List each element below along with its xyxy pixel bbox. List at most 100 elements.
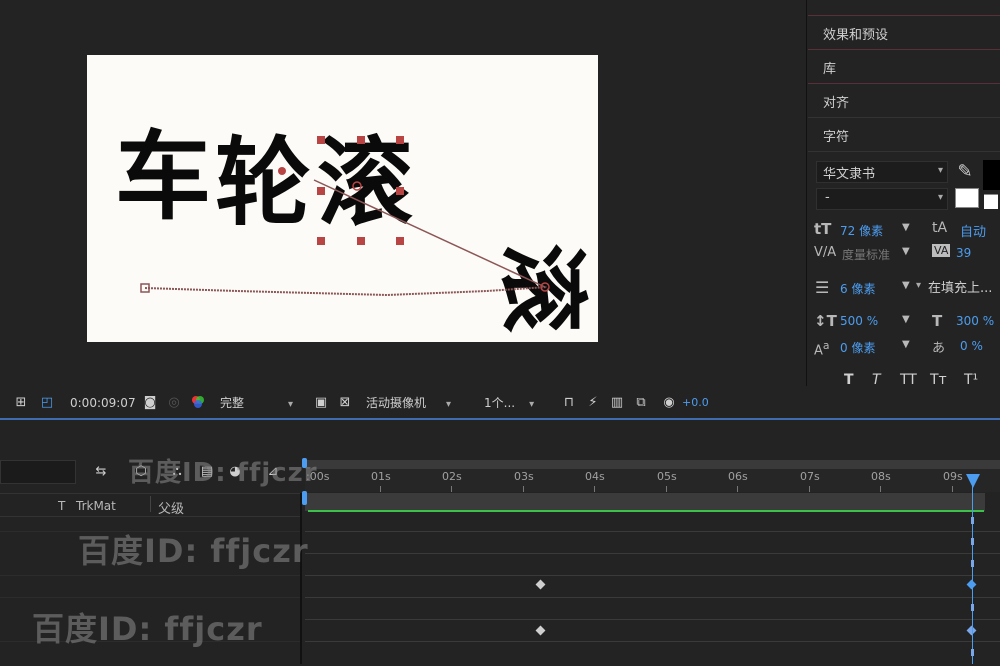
panel-character-title: 字符 [823,130,850,145]
font-style-dropdown[interactable]: - ▾ [816,188,948,210]
panel-effects-presets[interactable]: 效果和预设 [808,16,1000,50]
ruler-tick-label: 06s [728,470,748,483]
all-caps-button[interactable]: TT [900,372,917,388]
layer-row-line [0,575,300,576]
ruler-tick [952,486,953,492]
stroke-width-value[interactable]: 6 像素 [840,280,875,297]
chevron-down-icon[interactable]: ▼ [902,314,910,325]
panel-align[interactable]: 对齐 [808,84,1000,118]
current-time-indicator-head[interactable] [966,474,980,488]
stroke-mode-dropdown[interactable]: ▾ 在填充上... [916,276,1000,296]
tsume-value[interactable]: 0 % [960,339,983,353]
chevron-down-icon[interactable]: ▼ [902,339,910,350]
snapshot-camera-icon[interactable]: ◙ [141,393,159,411]
ruler-tick-label: 01s [371,470,391,483]
composition-flowchart-icon[interactable]: ⇆ [92,462,110,480]
transform-handle[interactable] [317,136,325,144]
layer-row-line [0,597,300,598]
leading-value[interactable]: 自动 [960,221,986,240]
region-of-interest-icon[interactable]: ▣ [312,393,330,411]
transform-handle[interactable] [396,237,404,245]
chevron-down-icon[interactable]: ▼ [902,246,910,257]
transform-handle[interactable] [317,237,325,245]
transparency-grid-icon[interactable]: ⊠ [336,393,354,411]
small-caps-button[interactable]: Tт [930,372,947,388]
fill-color-swatch[interactable] [983,160,1000,190]
leading-icon: tA [932,220,948,236]
current-timecode[interactable]: 0:00:09:07 [70,396,136,410]
track-row-line [305,575,1000,576]
views-dropdown[interactable]: 1个... ▾ [484,394,554,412]
exposure-reset-icon[interactable]: ◉ [660,393,678,411]
horizontal-scale-value[interactable]: 300 % [956,314,994,328]
panel-divider [808,0,1000,16]
kerning-value[interactable]: 度量标准 [842,246,890,263]
font-size-icon: tT [814,220,832,238]
hold-marker [971,560,974,567]
column-divider [150,496,151,512]
layer-search-input[interactable] [0,460,76,484]
eyedropper-icon[interactable]: ✎ [956,161,974,182]
ruler-tick [380,486,381,492]
ruler-tick [594,486,595,492]
timeline-icon[interactable]: ▥ [608,393,626,411]
chevron-down-icon: ▾ [529,399,535,410]
motion-path[interactable] [87,55,598,342]
layer-in-handle[interactable] [302,491,307,505]
transform-handle[interactable] [396,187,404,195]
baseline-shift-value[interactable]: 0 像素 [840,339,875,356]
watermark: 百度ID: ffjczr [78,532,309,570]
column-trkmat[interactable]: TrkMat [76,499,116,513]
column-t[interactable]: T [58,499,65,513]
layer-columns-header: T TrkMat 父级 [0,493,300,517]
faux-italic-button[interactable]: T [872,372,881,388]
exposure-value[interactable]: +0.0 [682,396,709,409]
no-stroke-swatch[interactable] [984,194,998,209]
column-parent[interactable]: 父级 [158,498,184,517]
panel-align-title: 对齐 [823,96,850,111]
resolution-value: 完整 [220,396,245,410]
grid-icon[interactable]: ⊞ [12,393,30,411]
toggle-pixel-aspect-icon[interactable]: ⊓ [560,393,578,411]
flowchart-icon[interactable]: ⧉ [632,393,650,411]
ruler-tick [523,486,524,492]
panel-character[interactable]: 字符 [808,118,1000,152]
transform-handle[interactable] [357,136,365,144]
stroke-color-swatch[interactable] [955,188,979,208]
hold-marker [971,517,974,524]
ruler-tick-label: 07s [800,470,820,483]
composition-canvas[interactable]: 车 轮 滚 滚 [87,55,598,342]
vertical-scale-value[interactable]: 500 % [840,314,878,328]
transform-handle[interactable] [357,237,365,245]
hold-marker [971,538,974,545]
show-snapshot-icon[interactable]: ◎ [165,393,183,411]
font-family-dropdown[interactable]: 华文隶书 ▾ [816,161,948,183]
fast-preview-icon[interactable]: ⚡ [584,393,602,411]
kerning-icon: V/A [814,245,837,260]
tracking-value[interactable]: 39 [956,246,971,260]
current-time-indicator-line[interactable] [972,486,973,664]
channel-rgb-icon[interactable] [189,393,207,411]
font-size-value[interactable]: 72 像素 [840,222,883,239]
watermark: 百度ID: ffjczr [32,610,263,648]
layer-duration-bar[interactable] [305,493,985,511]
ruler-tick [451,486,452,492]
faux-bold-button[interactable]: T [844,372,854,388]
stroke-width-icon: ☰ [815,278,830,297]
mask-visibility-icon[interactable]: ◰ [38,393,56,411]
chevron-down-icon[interactable]: ▼ [902,280,910,291]
resolution-dropdown[interactable]: 完整 ▾ [220,394,302,412]
panel-library[interactable]: 库 [808,50,1000,84]
composition-viewer[interactable]: 车 轮 滚 滚 [0,0,807,386]
chevron-down-icon: ▾ [916,280,922,291]
superscript-button[interactable]: T¹ [964,372,978,388]
transform-handle[interactable] [317,187,325,195]
chevron-down-icon[interactable]: ▼ [902,222,910,233]
ruler-tick-label: 03s [514,470,534,483]
work-area-bar[interactable] [305,460,1000,469]
font-style-value: - [825,190,830,205]
chevron-down-icon: ▾ [937,192,943,203]
camera-dropdown[interactable]: 活动摄像机 ▾ [366,394,472,412]
transform-handle[interactable] [396,136,404,144]
ruler-tick [809,486,810,492]
